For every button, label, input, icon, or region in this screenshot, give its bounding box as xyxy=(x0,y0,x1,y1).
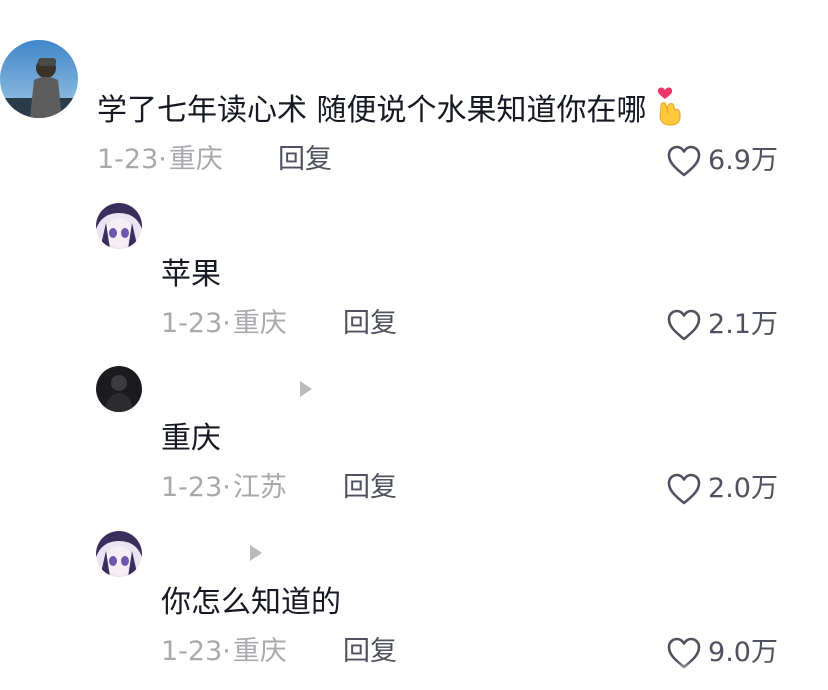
comment-date: 1-23· xyxy=(161,308,231,339)
heart-icon xyxy=(667,145,701,177)
avatar[interactable] xyxy=(96,203,142,249)
avatar[interactable] xyxy=(96,366,142,412)
like-button[interactable]: 2.0万 xyxy=(666,472,778,506)
screen-bottom-fade xyxy=(0,660,828,690)
like-count: 6.9万 xyxy=(708,145,778,176)
comment-location: 重庆 xyxy=(168,144,223,175)
comment-text: 重庆 xyxy=(161,421,221,456)
play-icon xyxy=(250,545,262,561)
comment-meta: 1-23·重庆 xyxy=(161,308,287,340)
avatar[interactable] xyxy=(0,40,78,118)
avatar[interactable] xyxy=(96,531,142,577)
comment-date: 1-23· xyxy=(97,144,167,175)
anime-avatar-icon xyxy=(96,531,142,577)
like-count: 2.1万 xyxy=(708,309,778,340)
comment-meta: 1-23·重庆 xyxy=(97,144,223,176)
like-button[interactable]: 6.9万 xyxy=(666,144,778,178)
comment-text: 学了七年读心术 随便说个水果知道你在哪 xyxy=(97,86,687,129)
comment-date: 1-23· xyxy=(161,472,231,503)
comment-location: 重庆 xyxy=(232,308,287,339)
anime-avatar-icon xyxy=(96,203,142,249)
reply-button[interactable]: 回复 xyxy=(278,144,332,176)
dark-avatar-icon xyxy=(96,366,142,412)
play-icon xyxy=(300,381,312,397)
heart-icon xyxy=(667,309,701,341)
reply-button[interactable]: 回复 xyxy=(343,308,397,340)
heart-icon xyxy=(667,473,701,505)
comment-location: 江苏 xyxy=(232,472,287,503)
avatar-photo-icon xyxy=(0,40,78,118)
like-count: 2.0万 xyxy=(708,473,778,504)
comment-text: 苹果 xyxy=(161,257,221,292)
like-button[interactable]: 2.1万 xyxy=(666,308,778,342)
reply-button[interactable]: 回复 xyxy=(343,472,397,504)
comment-text: 你怎么知道的 xyxy=(161,585,341,620)
finger-heart-icon xyxy=(653,86,687,126)
comment-meta: 1-23·江苏 xyxy=(161,472,287,504)
